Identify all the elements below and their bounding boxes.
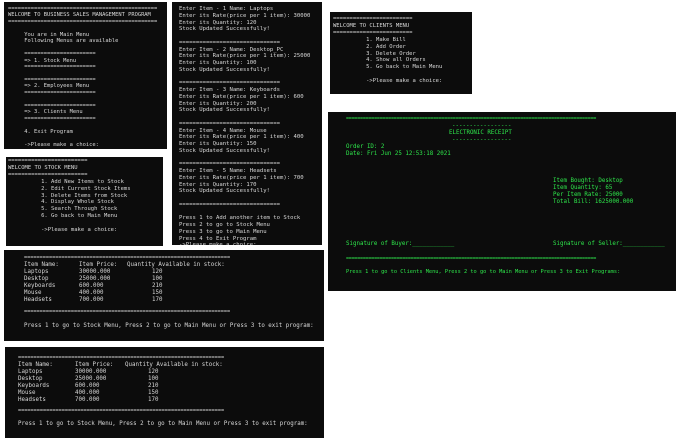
item-price-cell: 25000.000 [75, 375, 107, 382]
column-header-quantity: Quantity Available in stock: [127, 262, 225, 268]
stock-table-rule-bottom: ========================================… [18, 408, 225, 414]
stock-menu-console: ======================== WELCOME TO STOC… [6, 157, 163, 246]
main-menu-console: ========================================… [4, 2, 167, 149]
receipt-date: Date: Fri Jun 25 12:53:18 2021 [346, 151, 451, 157]
receipt-footer-prompt: Press 1 to go to Clients Menu, Press 2 t… [346, 269, 621, 275]
item-name-cell: Headsets [24, 296, 52, 303]
buyer-signature: Signature of Buyer:____________ [346, 241, 455, 247]
column-header-item-name: Item Name: [18, 362, 53, 368]
quantity-cell: 210 [152, 282, 163, 289]
quantity-cell: 170 [148, 396, 159, 403]
item-price-cell: 700.000 [75, 396, 100, 403]
quantity-cell: 120 [148, 369, 159, 375]
clients-menu-text: ======================== WELCOME TO CLIE… [333, 16, 443, 85]
receipt-title-rule-top: ----------------- [452, 123, 512, 129]
stock-table-console-1: ========================================… [4, 250, 324, 341]
item-name-cell: Laptops [18, 369, 43, 375]
main-menu-text: ========================================… [8, 6, 158, 148]
column-header-item-name: Item Name: [24, 262, 59, 268]
column-header-item-price: Item Price: [79, 262, 118, 268]
column-header-quantity: Quantity Available in stock: [125, 362, 223, 368]
receipt-order-id: Order ID: 2 [346, 144, 385, 150]
receipt-item-quantity: Item Quantity: 65 [553, 185, 613, 191]
quantity-cell: 150 [148, 389, 159, 396]
stock-table-rule-top: ========================================… [24, 255, 231, 261]
receipt-total-bill: Total Bill: 1625000.000 [553, 199, 634, 205]
item-price-cell: 25000.000 [79, 275, 111, 282]
quantity-cell: 150 [152, 289, 163, 296]
receipt-per-item-rate: Per Item Rate: 25000 [553, 192, 623, 198]
item-name-cell: Desktop [24, 275, 49, 282]
quantity-cell: 120 [152, 269, 163, 275]
quantity-cell: 210 [148, 382, 159, 389]
item-name-cell: Laptops [24, 269, 49, 275]
add-items-console: Enter Item - 1 Name: Laptops Enter its R… [172, 2, 322, 245]
receipt-rule-top: ========================================… [346, 116, 597, 122]
stock-menu-text: ======================== WELCOME TO STOC… [8, 158, 131, 234]
item-price-cell: 400.000 [75, 389, 100, 396]
column-header-item-price: Item Price: [75, 362, 114, 368]
item-name-cell: Mouse [24, 289, 42, 296]
item-name-cell: Headsets [18, 396, 46, 403]
item-price-cell: 700.000 [79, 296, 104, 303]
quantity-cell: 100 [152, 275, 163, 282]
item-price-cell: 600.000 [75, 382, 100, 389]
item-name-cell: Desktop [18, 375, 43, 382]
seller-signature: Signature of Seller:____________ [553, 241, 665, 247]
clients-menu-console: ======================== WELCOME TO CLIE… [330, 12, 472, 94]
item-name-cell: Mouse [18, 389, 36, 396]
stock-table-console-2: ========================================… [5, 347, 324, 438]
item-name-cell: Keyboards [24, 282, 56, 289]
receipt-rule-bottom: ========================================… [346, 256, 597, 262]
stock-table-rule-bottom: ========================================… [24, 309, 231, 315]
item-price-cell: 30000.000 [75, 369, 107, 375]
add-items-text: Enter Item - 1 Name: Laptops Enter its R… [179, 6, 311, 245]
quantity-cell: 100 [148, 375, 159, 382]
item-name-cell: Keyboards [18, 382, 50, 389]
receipt-title-rule-bottom: ----------------- [452, 137, 512, 143]
receipt-item-bought: Item Bought: Desktop [553, 178, 623, 184]
quantity-cell: 170 [152, 296, 163, 303]
receipt-console: ========================================… [328, 112, 676, 291]
item-price-cell: 400.000 [79, 289, 104, 296]
item-price-cell: 600.000 [79, 282, 104, 289]
stock-table-prompt: Press 1 to go to Stock Menu, Press 2 to … [18, 421, 308, 427]
receipt-title: ELECTRONIC RECEIPT [449, 130, 512, 136]
stock-table-prompt: Press 1 to go to Stock Menu, Press 2 to … [24, 323, 314, 329]
stock-table-rule-top: ========================================… [18, 355, 225, 361]
item-price-cell: 30000.000 [79, 269, 111, 275]
